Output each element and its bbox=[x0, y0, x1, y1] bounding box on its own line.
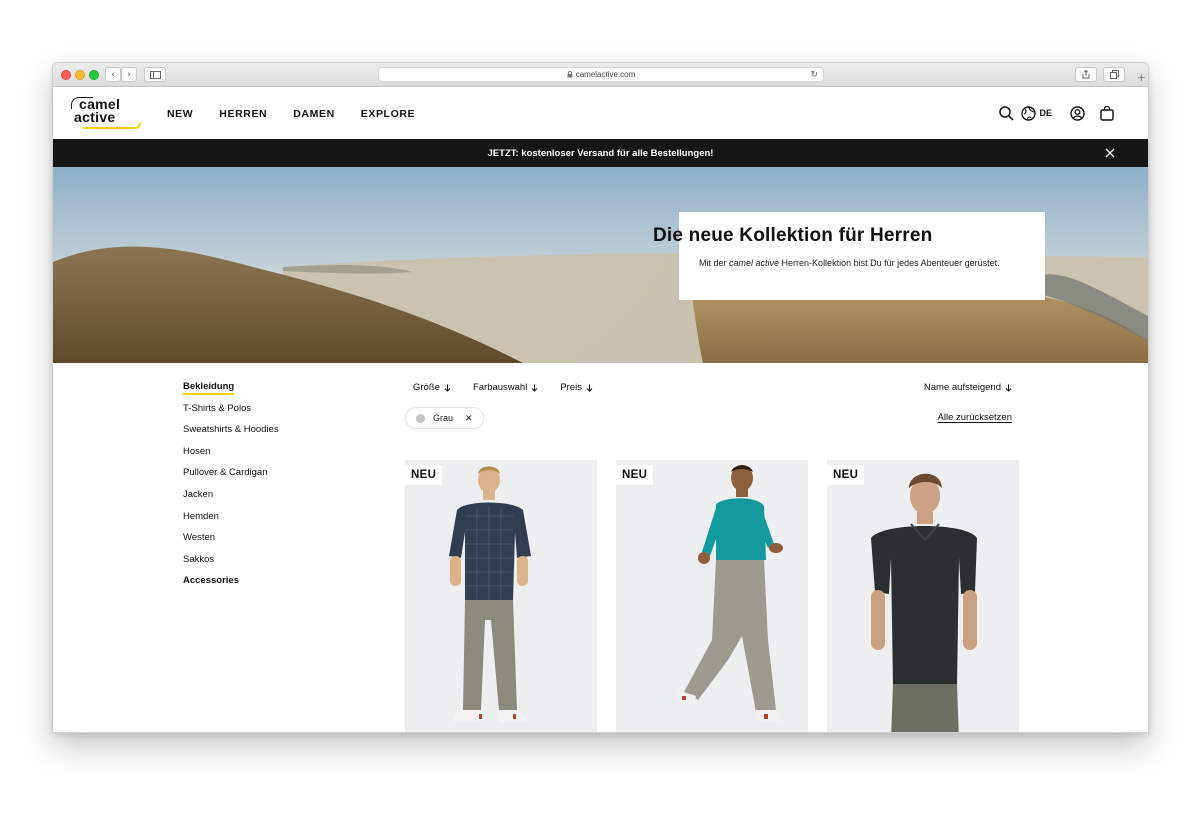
lock-icon bbox=[567, 71, 573, 78]
sidebar-item-tshirts-polos[interactable]: T-Shirts & Polos bbox=[183, 403, 279, 425]
category-sidebar: Bekleidung T-Shirts & Polos Sweatshirts … bbox=[183, 381, 279, 597]
chevron-left-icon: ‹ bbox=[111, 69, 115, 80]
zoom-window-button[interactable] bbox=[89, 70, 99, 80]
nav-item-new[interactable]: NEW bbox=[167, 108, 193, 120]
url-text: camelactive.com bbox=[575, 70, 636, 79]
new-badge: NEU bbox=[827, 465, 865, 485]
sort-dropdown[interactable]: Name aufsteigend bbox=[924, 382, 1012, 393]
promo-text: JETZT: kostenloser Versand für alle Best… bbox=[487, 147, 714, 159]
filter-label: Größe bbox=[413, 382, 440, 393]
logo-text: camel active bbox=[71, 97, 120, 124]
address-bar[interactable]: camelactive.com ↻ bbox=[378, 67, 824, 82]
tabs-button[interactable] bbox=[1103, 67, 1125, 82]
hero-text-box: Die neue Kollektion für Herren Mit der c… bbox=[653, 212, 1045, 300]
hero-subtitle-brand: camel active bbox=[729, 258, 780, 268]
close-icon[interactable] bbox=[1102, 145, 1118, 161]
filter-price-dropdown[interactable]: Preis bbox=[560, 382, 593, 393]
hero-subtitle-post: Herren-Kollektion bist Du für jedes Aben… bbox=[779, 258, 1000, 268]
nav-item-damen[interactable]: DAMEN bbox=[293, 108, 335, 120]
hero-subtitle-pre: Mit der bbox=[699, 258, 730, 268]
filter-label: Farbauswahl bbox=[472, 382, 528, 393]
shopping-bag-icon bbox=[1100, 105, 1114, 121]
search-button[interactable] bbox=[991, 104, 1021, 122]
product-image bbox=[449, 466, 531, 722]
user-icon bbox=[1069, 105, 1085, 121]
color-swatch bbox=[416, 413, 425, 423]
main-nav: NEW HERREN DAMEN EXPLORE bbox=[167, 108, 415, 120]
share-button[interactable] bbox=[1075, 67, 1097, 82]
minimize-window-button[interactable] bbox=[75, 70, 85, 80]
reset-filters-link[interactable]: Alle zurücksetzen bbox=[938, 412, 1012, 423]
new-badge: NEU bbox=[616, 465, 654, 485]
logo-underline bbox=[83, 123, 141, 129]
language-selector[interactable]: DE bbox=[1021, 105, 1052, 121]
sidebar-toggle-button[interactable] bbox=[144, 67, 166, 82]
sidebar-item-hemden[interactable]: Hemden bbox=[183, 511, 279, 533]
product-card[interactable]: NEU bbox=[405, 460, 597, 732]
product-card[interactable]: NEU bbox=[616, 460, 808, 732]
product-image bbox=[871, 473, 977, 732]
sidebar-item-westen[interactable]: Westen bbox=[183, 532, 279, 554]
sidebar-item-sakkos[interactable]: Sakkos bbox=[183, 554, 279, 576]
back-button[interactable]: ‹ bbox=[105, 67, 121, 82]
browser-window: ‹ › camelactive.com ↻ + camel active NEW… bbox=[52, 62, 1149, 733]
arrow-down-icon bbox=[444, 384, 451, 392]
arrow-down-icon bbox=[531, 384, 538, 392]
nav-item-herren[interactable]: HERREN bbox=[219, 108, 267, 120]
camel-active-logo[interactable]: camel active bbox=[71, 97, 142, 130]
tabs-icon bbox=[1109, 70, 1119, 79]
browser-toolbar: ‹ › camelactive.com ↻ + bbox=[53, 63, 1148, 87]
new-badge: NEU bbox=[405, 465, 443, 485]
product-card[interactable]: NEU bbox=[827, 460, 1019, 732]
filter-label: Preis bbox=[560, 382, 582, 393]
site-header: camel active NEW HERREN DAMEN EXPLORE DE bbox=[53, 87, 1148, 139]
chip-label: Grau bbox=[433, 413, 454, 423]
cart-button[interactable] bbox=[1092, 104, 1122, 122]
product-grid: NEU NEU NEU bbox=[405, 460, 1019, 732]
sidebar-item-jacken[interactable]: Jacken bbox=[183, 489, 279, 511]
product-image bbox=[676, 465, 783, 722]
active-filter-chip[interactable]: Grau ✕ bbox=[405, 407, 484, 429]
sidebar-item-label: Bekleidung bbox=[183, 381, 235, 395]
filter-color-dropdown[interactable]: Farbauswahl bbox=[473, 382, 538, 393]
nav-item-explore[interactable]: EXPLORE bbox=[361, 108, 415, 120]
share-icon bbox=[1082, 70, 1090, 79]
close-window-button[interactable] bbox=[61, 70, 71, 80]
arrow-down-icon bbox=[1005, 384, 1012, 392]
chevron-right-icon: › bbox=[127, 69, 131, 80]
hero-title: Die neue Kollektion für Herren bbox=[653, 225, 933, 246]
arrow-down-icon bbox=[586, 384, 593, 392]
sidebar-icon bbox=[149, 70, 161, 79]
forward-button[interactable]: › bbox=[121, 67, 137, 82]
sidebar-item-bekleidung[interactable]: Bekleidung bbox=[183, 381, 279, 403]
remove-filter-icon[interactable]: ✕ bbox=[465, 413, 473, 424]
sidebar-item-accessories[interactable]: Accessories bbox=[183, 575, 279, 597]
account-button[interactable] bbox=[1062, 104, 1092, 122]
new-tab-button[interactable]: + bbox=[1137, 71, 1146, 84]
reload-icon[interactable]: ↻ bbox=[810, 70, 818, 80]
sidebar-item-hosen[interactable]: Hosen bbox=[183, 446, 279, 468]
sidebar-item-pullover-cardigan[interactable]: Pullover & Cardigan bbox=[183, 467, 279, 489]
hero-subtitle: Mit der camel active Herren-Kollektion b… bbox=[699, 258, 1000, 268]
filter-size-dropdown[interactable]: Größe bbox=[413, 382, 451, 393]
globe-icon bbox=[1021, 105, 1037, 121]
sidebar-item-sweatshirts-hoodies[interactable]: Sweatshirts & Hoodies bbox=[183, 424, 279, 446]
filter-bar: Größe Farbauswahl Preis bbox=[413, 382, 593, 393]
sort-label: Name aufsteigend bbox=[923, 382, 1001, 393]
search-icon bbox=[999, 105, 1014, 121]
language-label: DE bbox=[1039, 108, 1052, 118]
hero-banner: Die neue Kollektion für Herren Mit der c… bbox=[53, 167, 1148, 363]
header-icons: DE bbox=[991, 104, 1122, 122]
promo-banner: JETZT: kostenloser Versand für alle Best… bbox=[53, 139, 1148, 167]
